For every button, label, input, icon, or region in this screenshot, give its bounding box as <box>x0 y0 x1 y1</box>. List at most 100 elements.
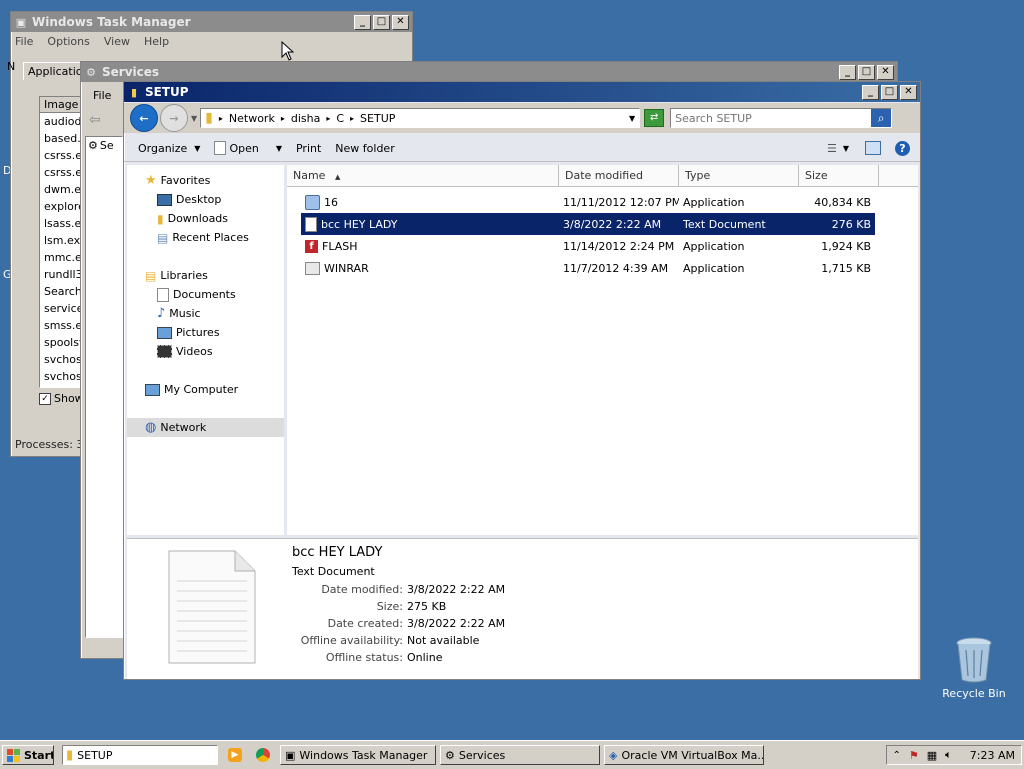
preview-pane-icon[interactable] <box>865 141 881 155</box>
open-button[interactable]: Open ▼ <box>210 139 286 157</box>
column-type[interactable]: Type <box>679 165 799 186</box>
virtualbox-icon: ◈ <box>609 748 618 762</box>
address-dropdown-icon[interactable]: ▼ <box>629 114 635 123</box>
column-size[interactable]: Size <box>799 165 879 186</box>
breadcrumb-disha[interactable]: disha <box>291 112 320 125</box>
chevron-down-icon[interactable]: ▼ <box>843 144 849 153</box>
nav-favorites[interactable]: ★ Favorites <box>127 171 284 190</box>
menu-file[interactable]: File <box>15 35 33 48</box>
minimize-button[interactable]: _ <box>839 64 856 80</box>
nav-downloads[interactable]: ▮ Downloads <box>127 209 284 228</box>
back-button[interactable]: ← <box>130 104 158 132</box>
change-view-icon[interactable]: ☰ <box>827 142 837 155</box>
maximize-button[interactable]: □ <box>881 84 898 100</box>
taskbar-button-services[interactable]: ⚙ Services <box>440 745 600 765</box>
services-titlebar[interactable]: ⚙ Services _ □ ✕ <box>81 62 897 82</box>
taskbar-address-box[interactable]: ▮ SETUP <box>62 745 218 765</box>
network-icon[interactable]: ▦ <box>927 749 937 762</box>
value-offline-availability: Not available <box>407 634 480 647</box>
nav-videos[interactable]: Videos <box>127 342 284 361</box>
task-manager-icon: ▣ <box>285 748 296 762</box>
recycle-bin[interactable]: Recycle Bin <box>940 636 1008 700</box>
nav-libraries-label: Libraries <box>160 269 208 282</box>
nav-pictures[interactable]: Pictures <box>127 323 284 342</box>
clock[interactable]: 7:23 AM <box>970 749 1015 762</box>
documents-icon <box>157 287 169 302</box>
file-name: bcc HEY LADY <box>321 217 398 231</box>
search-icon[interactable]: ⌕ <box>871 109 892 127</box>
taskbar-address-text: SETUP <box>77 748 113 762</box>
file-size: 1,715 KB <box>821 261 871 275</box>
nav-network[interactable]: ◍ Network <box>127 418 284 437</box>
volume-icon[interactable]: 🔈︎ <box>945 748 952 762</box>
file-name: FLASH <box>322 239 358 253</box>
search-input[interactable] <box>671 110 872 126</box>
breadcrumb-network[interactable]: Network <box>229 112 275 125</box>
close-button[interactable]: ✕ <box>392 14 409 30</box>
label-date-created: Date created: <box>327 617 403 630</box>
column-name-label: Name <box>293 169 326 182</box>
breadcrumb-setup[interactable]: SETUP <box>360 112 395 125</box>
taskbar-button-virtualbox[interactable]: ◈ Oracle VM VirtualBox Ma... <box>604 745 764 765</box>
column-name[interactable]: Name ▲ <box>287 165 559 186</box>
close-button[interactable]: ✕ <box>877 64 894 80</box>
recent-places-icon: ▤ <box>157 230 169 245</box>
star-icon: ★ <box>145 173 157 188</box>
help-icon[interactable]: ? <box>895 140 910 156</box>
menu-help[interactable]: Help <box>144 35 169 48</box>
nav-libraries[interactable]: ▤ Libraries <box>127 266 284 285</box>
downloads-folder-icon: ▮ <box>157 211 164 226</box>
chrome-icon[interactable] <box>256 748 270 762</box>
minimize-button[interactable]: _ <box>354 14 371 30</box>
system-tray: ⌃ ⚑ ▦ 🔈︎ 7:23 AM <box>885 745 1022 765</box>
task-manager-icon: ▣ <box>15 15 27 29</box>
file-date: 11/14/2012 2:24 PM <box>563 239 675 253</box>
file-date: 3/8/2022 2:22 AM <box>563 217 662 231</box>
services-menu-file[interactable]: File <box>93 89 111 102</box>
nav-recent-places[interactable]: ▤ Recent Places <box>127 228 284 247</box>
start-button[interactable]: Start <box>2 745 54 765</box>
breadcrumb-c[interactable]: C <box>336 112 344 125</box>
menu-options[interactable]: Options <box>47 35 89 48</box>
file-type: Text Document <box>683 217 766 231</box>
menu-view[interactable]: View <box>104 35 130 48</box>
file-row-bcc-hey-lady[interactable]: bcc HEY LADY 3/8/2022 2:22 AM Text Docum… <box>301 213 875 235</box>
column-date-modified[interactable]: Date modified <box>559 165 679 186</box>
services-tree-item[interactable]: ⚙ Se <box>86 137 122 154</box>
windows-logo-icon <box>7 748 20 762</box>
minimize-button[interactable]: _ <box>862 84 879 100</box>
film-strip-icon <box>157 345 172 358</box>
maximize-button[interactable]: □ <box>858 64 875 80</box>
close-button[interactable]: ✕ <box>900 84 917 100</box>
file-date: 11/7/2012 4:39 AM <box>563 261 669 275</box>
refresh-button[interactable]: ⇄ <box>644 109 665 127</box>
maximize-button[interactable]: □ <box>373 14 390 30</box>
forward-button[interactable]: → <box>160 104 188 132</box>
folder-icon: ▮ <box>205 110 213 126</box>
nav-desktop[interactable]: Desktop <box>127 190 284 209</box>
show-all-checkbox[interactable]: ✓ Show <box>39 392 84 405</box>
label-size: Size: <box>376 600 403 613</box>
nav-my-computer[interactable]: My Computer <box>127 380 284 399</box>
file-row-16[interactable]: 16 11/11/2012 12:07 PM Application 40,83… <box>301 191 918 213</box>
task-manager-titlebar[interactable]: ▣ Windows Task Manager _ □ ✕ <box>11 12 412 32</box>
new-folder-button[interactable]: New folder <box>331 140 398 157</box>
taskbar-button-task-manager[interactable]: ▣ Windows Task Manager <box>280 745 436 765</box>
organize-button[interactable]: Organize ▼ <box>134 140 204 157</box>
media-player-icon[interactable]: ▶ <box>228 748 242 762</box>
navigation-pane: ★ Favorites Desktop ▮ Downloads ▤ Recent… <box>127 165 284 535</box>
action-center-flag-icon[interactable]: ⚑ <box>909 749 919 762</box>
nav-documents[interactable]: Documents <box>127 285 284 304</box>
recent-pages-chevron-icon[interactable]: ▼ <box>191 114 197 123</box>
services-back-icon[interactable]: ⇦ <box>89 112 101 128</box>
explorer-titlebar[interactable]: ▮ SETUP _ □ ✕ <box>124 82 920 102</box>
file-row-flash[interactable]: f FLASH 11/14/2012 2:24 PM Application 1… <box>301 235 918 257</box>
file-size: 276 KB <box>831 217 871 231</box>
nav-music[interactable]: ♪ Music <box>127 304 284 323</box>
address-bar[interactable]: ▮ ▸ Network ▸ disha ▸ C ▸ SETUP ▼ <box>200 108 641 128</box>
print-button[interactable]: Print <box>292 140 325 157</box>
search-box[interactable]: ⌕ <box>670 108 893 128</box>
show-hidden-icons-chevron-icon[interactable]: ⌃ <box>893 750 901 761</box>
file-row-winrar[interactable]: WINRAR 11/7/2012 4:39 AM Application 1,7… <box>301 257 918 279</box>
nav-downloads-label: Downloads <box>167 212 229 225</box>
